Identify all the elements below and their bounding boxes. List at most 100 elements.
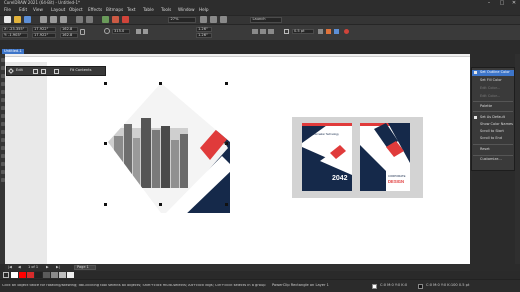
paste-icon[interactable]: [60, 16, 67, 23]
corner-chamfer-icon[interactable]: [268, 29, 274, 34]
menu-bitmaps[interactable]: Bitmaps: [106, 7, 123, 12]
interactive-fill-tool-icon[interactable]: [0, 178, 5, 182]
rotation-field[interactable]: 315.0: [112, 29, 130, 34]
zoom-tool-icon[interactable]: [0, 82, 5, 86]
transparency-tool-icon[interactable]: [0, 162, 5, 166]
position-y-field[interactable]: Y: -1.903": [2, 32, 28, 38]
redo-icon[interactable]: [86, 16, 93, 23]
select-contents-icon[interactable]: [33, 68, 38, 74]
show-rulers-icon[interactable]: [210, 16, 217, 23]
show-grid-icon[interactable]: [220, 16, 227, 23]
polygon-tool-icon[interactable]: [0, 122, 5, 126]
ctx-customize[interactable]: Customize...: [480, 157, 502, 162]
wrap-text-icon[interactable]: [318, 29, 323, 34]
swatch-white[interactable]: [11, 272, 18, 278]
rectangle-tool-icon[interactable]: [0, 106, 5, 110]
connector-tool-icon[interactable]: [0, 146, 5, 150]
ctx-set-as-default[interactable]: Set As Default: [480, 115, 505, 120]
menu-file[interactable]: File: [4, 7, 11, 12]
menu-text[interactable]: Text: [127, 7, 135, 12]
ctx-edit-color-1[interactable]: Edit Color...: [480, 86, 500, 91]
open-folder-icon[interactable]: [14, 16, 21, 23]
import-icon[interactable]: [102, 16, 109, 23]
width-field[interactable]: 17.922": [32, 26, 56, 32]
swatch-black[interactable]: [35, 272, 42, 278]
ctx-scroll-to-end[interactable]: Scroll to End: [480, 136, 502, 141]
next-page-button[interactable]: ▶: [46, 265, 49, 270]
extract-contents-icon[interactable]: [41, 68, 46, 74]
to-back-icon[interactable]: [334, 29, 339, 34]
undo-icon[interactable]: [76, 16, 83, 23]
swatch-near-white[interactable]: [67, 272, 74, 278]
height-field[interactable]: 17.922": [32, 32, 56, 38]
corner-round-icon[interactable]: [252, 29, 258, 34]
powerclip-design[interactable]: ✕: [96, 78, 236, 218]
drop-shadow-tool-icon[interactable]: [0, 154, 5, 158]
ctx-scroll-to-start[interactable]: Scroll to Start: [480, 129, 504, 134]
menu-edit[interactable]: Edit: [19, 7, 27, 12]
publish-pdf-icon[interactable]: [122, 16, 129, 23]
last-page-button[interactable]: ▶|: [56, 265, 60, 270]
ctx-palette[interactable]: Palette: [480, 104, 492, 109]
page-tab[interactable]: Page 1: [74, 265, 96, 270]
maximize-button[interactable]: □: [496, 0, 508, 7]
first-page-button[interactable]: |◀: [8, 265, 12, 270]
menu-effects[interactable]: Effects: [88, 7, 102, 12]
fit-contents-dropdown[interactable]: Fit Contents: [70, 69, 92, 73]
copy-icon[interactable]: [50, 16, 57, 23]
ellipse-tool-icon[interactable]: [0, 114, 5, 118]
scale-width-field[interactable]: 162.8: [60, 26, 78, 32]
pick-tool-icon[interactable]: [0, 58, 5, 62]
cut-icon[interactable]: [40, 16, 47, 23]
corner-radius-1-field[interactable]: 1.26": [196, 26, 212, 32]
text-tool-icon[interactable]: [0, 130, 5, 134]
position-x-field[interactable]: X: -23.355": [2, 26, 28, 32]
edit-powerclip-button[interactable]: Edit: [16, 69, 23, 73]
new-document-icon[interactable]: [4, 16, 11, 23]
ctx-set-fill-color[interactable]: Set Fill Color: [480, 78, 502, 83]
ctx-separator: [473, 143, 513, 145]
swatch-red[interactable]: [19, 272, 26, 278]
minimize-button[interactable]: –: [483, 0, 495, 7]
zoom-level-select[interactable]: 27%: [168, 16, 196, 23]
save-icon[interactable]: [24, 16, 31, 23]
freehand-tool-icon[interactable]: [0, 90, 5, 94]
crop-tool-icon[interactable]: [0, 74, 5, 78]
menu-object[interactable]: Object: [69, 7, 83, 12]
mirror-horizontal-icon[interactable]: [136, 29, 141, 34]
swatch-dark-grey[interactable]: [43, 272, 50, 278]
lock-contents-icon[interactable]: [54, 68, 59, 74]
ctx-edit-color-2[interactable]: Edit Color...: [480, 94, 500, 99]
swatch-light-grey[interactable]: [59, 272, 66, 278]
menu-view[interactable]: View: [33, 7, 43, 12]
ctx-set-outline-color[interactable]: Set Outline Color: [480, 70, 510, 75]
corner-scallop-icon[interactable]: [260, 29, 266, 34]
menu-layout[interactable]: Layout: [51, 7, 65, 12]
menu-window[interactable]: Window: [178, 7, 195, 12]
prev-page-button[interactable]: ◀: [18, 265, 21, 270]
menu-help[interactable]: Help: [199, 7, 209, 12]
export-icon[interactable]: [112, 16, 119, 23]
parallel-dimension-tool-icon[interactable]: [0, 138, 5, 142]
artistic-media-tool-icon[interactable]: [0, 98, 5, 102]
lock-ratio-icon[interactable]: [80, 29, 85, 35]
outline-width-field[interactable]: 0.5 pt: [292, 29, 314, 34]
swatch-dark-red[interactable]: [27, 272, 34, 278]
convert-to-curves-icon[interactable]: [344, 29, 349, 34]
scale-height-field[interactable]: 162.8: [60, 32, 78, 38]
shape-tool-icon[interactable]: [0, 66, 5, 70]
menu-tools[interactable]: Tools: [161, 7, 171, 12]
color-eyedropper-tool-icon[interactable]: [0, 170, 5, 174]
menu-table[interactable]: Table: [143, 7, 154, 12]
ctx-reset[interactable]: Reset: [480, 147, 490, 152]
cover-number: 2042: [332, 175, 348, 182]
corner-radius-2-field[interactable]: 1.26": [196, 32, 212, 38]
to-front-icon[interactable]: [326, 29, 331, 34]
swatch-grey[interactable]: [51, 272, 58, 278]
no-color-swatch[interactable]: [3, 272, 9, 278]
launch-dropdown[interactable]: Launch: [250, 16, 282, 23]
mirror-vertical-icon[interactable]: [143, 29, 148, 34]
ctx-show-color-names[interactable]: Show Color Names: [480, 122, 513, 127]
close-button[interactable]: ✕: [508, 0, 520, 7]
full-screen-icon[interactable]: [200, 16, 207, 23]
